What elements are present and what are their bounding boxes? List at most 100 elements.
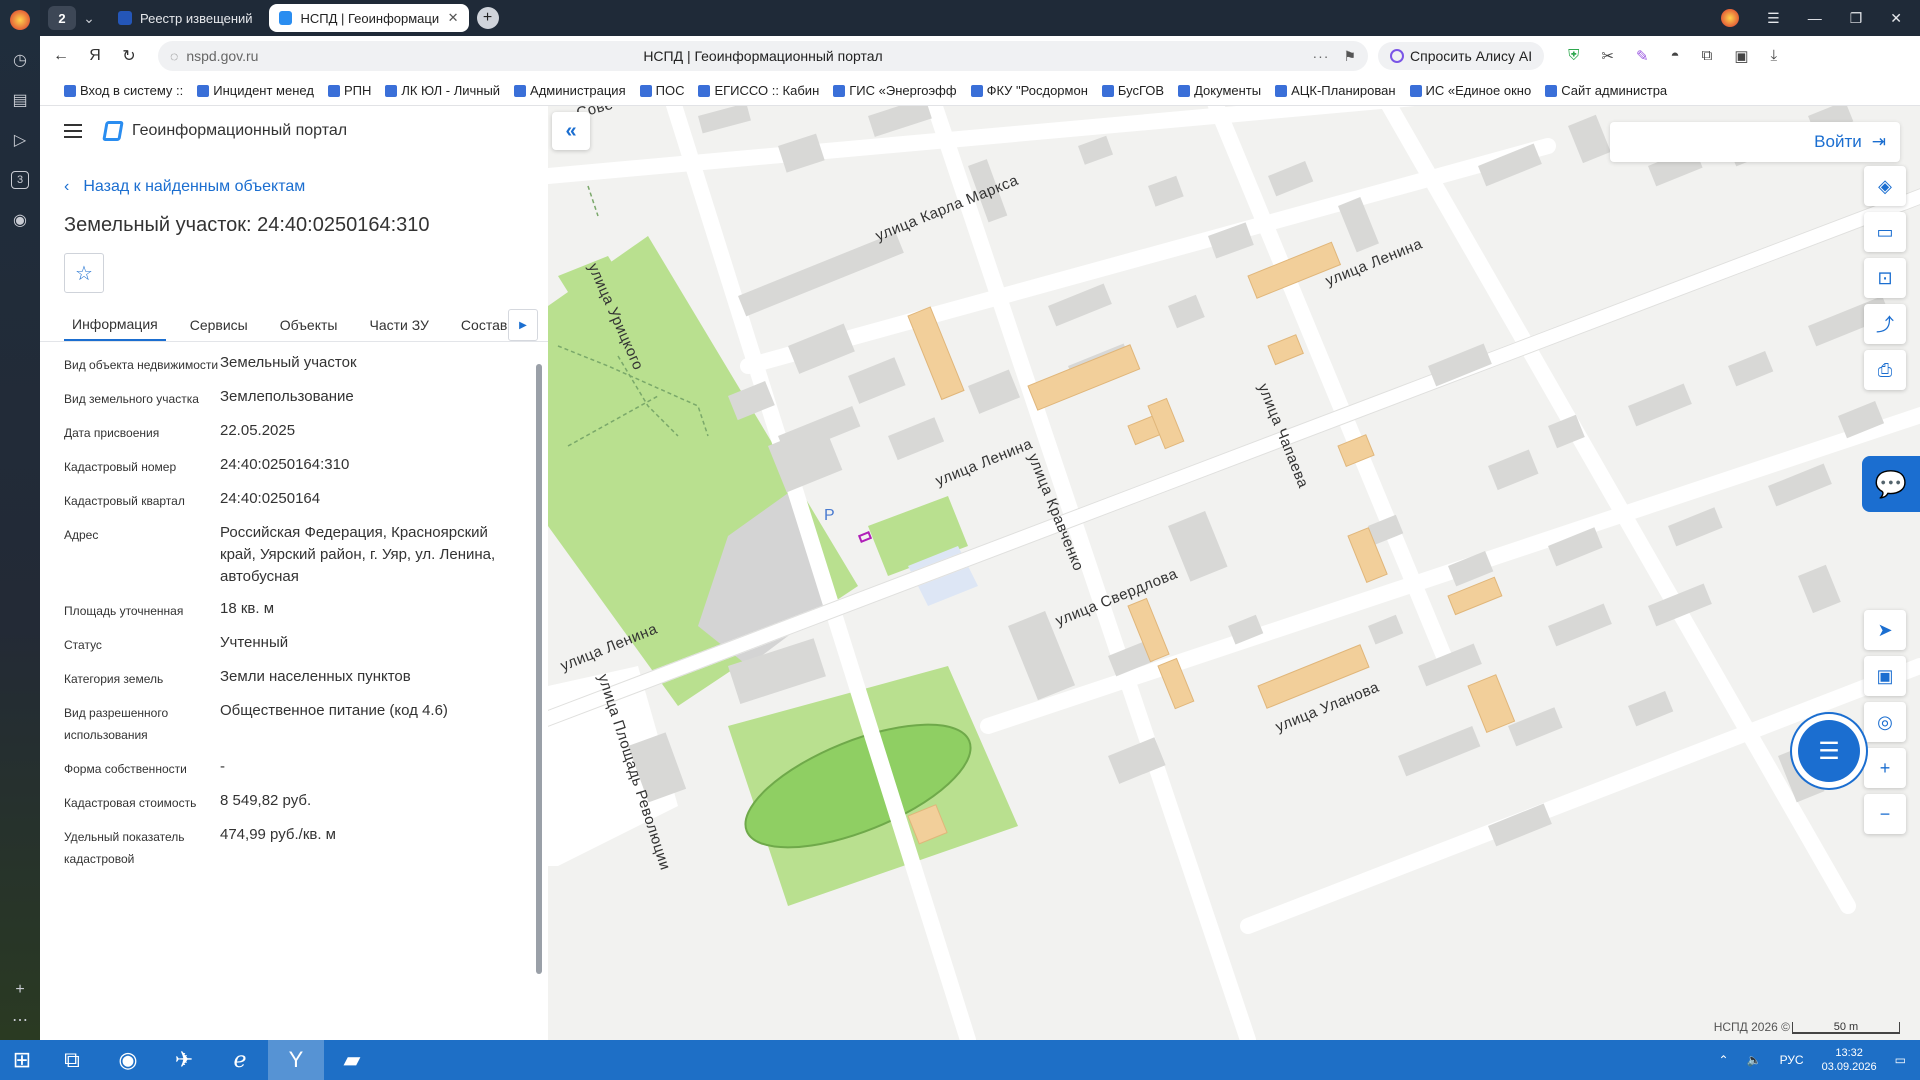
- login-button[interactable]: Войти ⇥: [1610, 122, 1900, 162]
- screenshot-icon[interactable]: ◉: [0, 200, 40, 240]
- media-icon[interactable]: ▷: [0, 120, 40, 160]
- map-canvas[interactable]: Сове улица Карла Маркса улица Урицкого у…: [548, 106, 1920, 1040]
- bookmark-item[interactable]: ЕГИССО :: Кабин: [698, 83, 819, 98]
- zoom-in-button[interactable]: +: [1864, 748, 1906, 788]
- info-key: Вид объекта недвижимости: [64, 358, 219, 372]
- back-arrow-icon[interactable]: ←: [44, 47, 78, 65]
- bookmark-item[interactable]: ФКУ "Росдормон: [970, 83, 1088, 98]
- browser-logo-icon[interactable]: [0, 0, 40, 40]
- task-view-icon[interactable]: ⧉: [44, 1040, 100, 1080]
- collapse-panel-button[interactable]: «: [552, 112, 590, 150]
- select-area-icon: ⊡: [1877, 267, 1893, 288]
- layers-button[interactable]: ◈: [1864, 166, 1906, 206]
- menu-icon[interactable]: ☰: [1767, 10, 1780, 27]
- bookmark-item[interactable]: Документы: [1178, 83, 1261, 98]
- reload-icon[interactable]: ↻: [112, 46, 146, 66]
- tab-parts[interactable]: Части ЗУ: [361, 309, 436, 341]
- clock[interactable]: 13:32 03.09.2026: [1822, 1046, 1877, 1074]
- zoom-out-button[interactable]: −: [1864, 794, 1906, 834]
- ask-alice-button[interactable]: Спросить Алису AI: [1378, 42, 1545, 70]
- tab-nspd[interactable]: НСПД | Геоинформаци ✕: [268, 4, 469, 32]
- tab-information[interactable]: Информация: [64, 309, 166, 341]
- select-area-button[interactable]: ⊡: [1864, 258, 1906, 298]
- scrollbar-thumb[interactable]: [536, 364, 542, 974]
- assistant-chat-button[interactable]: ☰: [1798, 720, 1860, 782]
- tabs-next-button[interactable]: ▶: [508, 309, 538, 341]
- bookmark-item[interactable]: АЦК-Планирован: [1275, 83, 1396, 98]
- bookmark-item[interactable]: Администрация: [514, 83, 626, 98]
- favorite-button[interactable]: ☆: [64, 253, 104, 293]
- shield-icon[interactable]: ⛨: [1568, 47, 1579, 65]
- explorer-icon[interactable]: ▰: [324, 1040, 380, 1080]
- bookmark-item[interactable]: Вход в систему ::: [64, 83, 183, 98]
- geo-search-button[interactable]: ◎: [1864, 702, 1906, 742]
- locate-button[interactable]: ➤: [1864, 610, 1906, 650]
- tray-up-icon[interactable]: ⌃: [1719, 1053, 1729, 1067]
- ie-icon[interactable]: ℯ: [212, 1040, 268, 1080]
- tab-counter[interactable]: 2: [48, 6, 76, 30]
- tab-objects[interactable]: Объекты: [272, 309, 346, 341]
- collections-icon[interactable]: ▣: [1734, 47, 1748, 65]
- bookmark-item[interactable]: Инцидент менед: [197, 83, 314, 98]
- notification-icon[interactable]: ▭: [1895, 1053, 1906, 1067]
- pen-icon[interactable]: ✎: [1636, 47, 1649, 65]
- site-info-icon[interactable]: ◌: [170, 48, 178, 64]
- bookmark-favicon-icon: [385, 84, 398, 97]
- close-icon[interactable]: ✕: [448, 10, 459, 26]
- bookmark-label: БусГОВ: [1117, 83, 1165, 98]
- tab-registry[interactable]: Реестр извещений: [108, 4, 263, 32]
- parking-label: P: [824, 507, 835, 524]
- more-icon[interactable]: ⋯: [0, 1000, 40, 1040]
- counter-icon[interactable]: 3: [0, 160, 40, 200]
- ruler-button[interactable]: ▭: [1864, 212, 1906, 252]
- feedback-button[interactable]: 💬: [1862, 456, 1920, 512]
- lang-indicator[interactable]: РУС: [1780, 1053, 1804, 1067]
- print-icon: ⎙: [1877, 359, 1893, 380]
- hat-icon[interactable]: ◓: [1671, 47, 1680, 65]
- bookmark-item[interactable]: БусГОВ: [1101, 83, 1165, 98]
- bookmark-item[interactable]: ПОС: [639, 83, 684, 98]
- volume-icon[interactable]: 🔈: [1747, 1053, 1762, 1067]
- bookmark-label: Инцидент менед: [213, 83, 314, 98]
- puzzle-icon[interactable]: ⧉: [1702, 47, 1713, 65]
- more-icon[interactable]: ···: [1312, 48, 1329, 64]
- download-icon[interactable]: ⤓: [1771, 47, 1778, 65]
- app-icon[interactable]: ✈: [156, 1040, 212, 1080]
- map-graphic[interactable]: Сове улица Карла Маркса улица Урицкого у…: [548, 106, 1920, 1040]
- restore-icon[interactable]: ❐: [1850, 10, 1863, 27]
- bookmark-item[interactable]: ЛК ЮЛ - Личный: [385, 83, 500, 98]
- bookmark-item[interactable]: ИС «Единое окно: [1409, 83, 1532, 98]
- new-tab-icon[interactable]: +: [476, 7, 499, 29]
- url-field[interactable]: ◌ nspd.gov.ru НСПД | Геоинформационный п…: [158, 41, 1368, 71]
- print-button[interactable]: ⎙: [1864, 350, 1906, 390]
- extension-icon[interactable]: ✂: [1601, 47, 1614, 65]
- minimize-icon[interactable]: —: [1808, 10, 1822, 26]
- close-window-icon[interactable]: ✕: [1890, 10, 1902, 27]
- windows-start-icon[interactable]: ⊞: [0, 1040, 44, 1080]
- history-icon[interactable]: ◷: [0, 40, 40, 80]
- collections-icon[interactable]: ▤: [0, 80, 40, 120]
- bookmark-favicon-icon: [833, 84, 846, 97]
- yandex-icon[interactable]: Я: [78, 47, 112, 65]
- object-info-panel: Геоинформационный портал ‹ Назад к найде…: [40, 106, 548, 1040]
- profile-icon[interactable]: [1721, 9, 1740, 27]
- back-to-results-link[interactable]: ‹ Назад к найденным объектам: [64, 178, 548, 196]
- bookmark-label: ИС «Единое окно: [1425, 83, 1532, 98]
- bookmark-item[interactable]: ГИС «Энергоэфф: [833, 83, 957, 98]
- chrome-icon[interactable]: ◉: [100, 1040, 156, 1080]
- minimap-button[interactable]: ▣: [1864, 656, 1906, 696]
- bookmark-item[interactable]: РПН: [327, 83, 371, 98]
- share-button[interactable]: ⤴: [1864, 304, 1906, 344]
- chevron-down-icon[interactable]: ⌄: [76, 6, 102, 30]
- info-row: Категория земель Земли населенных пунктов: [40, 656, 548, 690]
- bookmark-icon[interactable]: ⚑: [1343, 48, 1356, 65]
- copyright: НСПД 2026 ©: [1713, 1020, 1790, 1034]
- tab-services[interactable]: Сервисы: [182, 309, 256, 341]
- tab-composition[interactable]: Состав: [453, 309, 515, 341]
- yandex-browser-icon[interactable]: Y: [268, 1040, 324, 1080]
- bookmark-item[interactable]: Сайт администра: [1545, 83, 1667, 98]
- brand[interactable]: Геоинформационный портал: [102, 121, 347, 141]
- info-row: Дата присвоения 22.05.2025: [40, 410, 548, 444]
- hamburger-menu-icon[interactable]: [64, 124, 82, 138]
- info-key: Адрес: [64, 528, 99, 542]
